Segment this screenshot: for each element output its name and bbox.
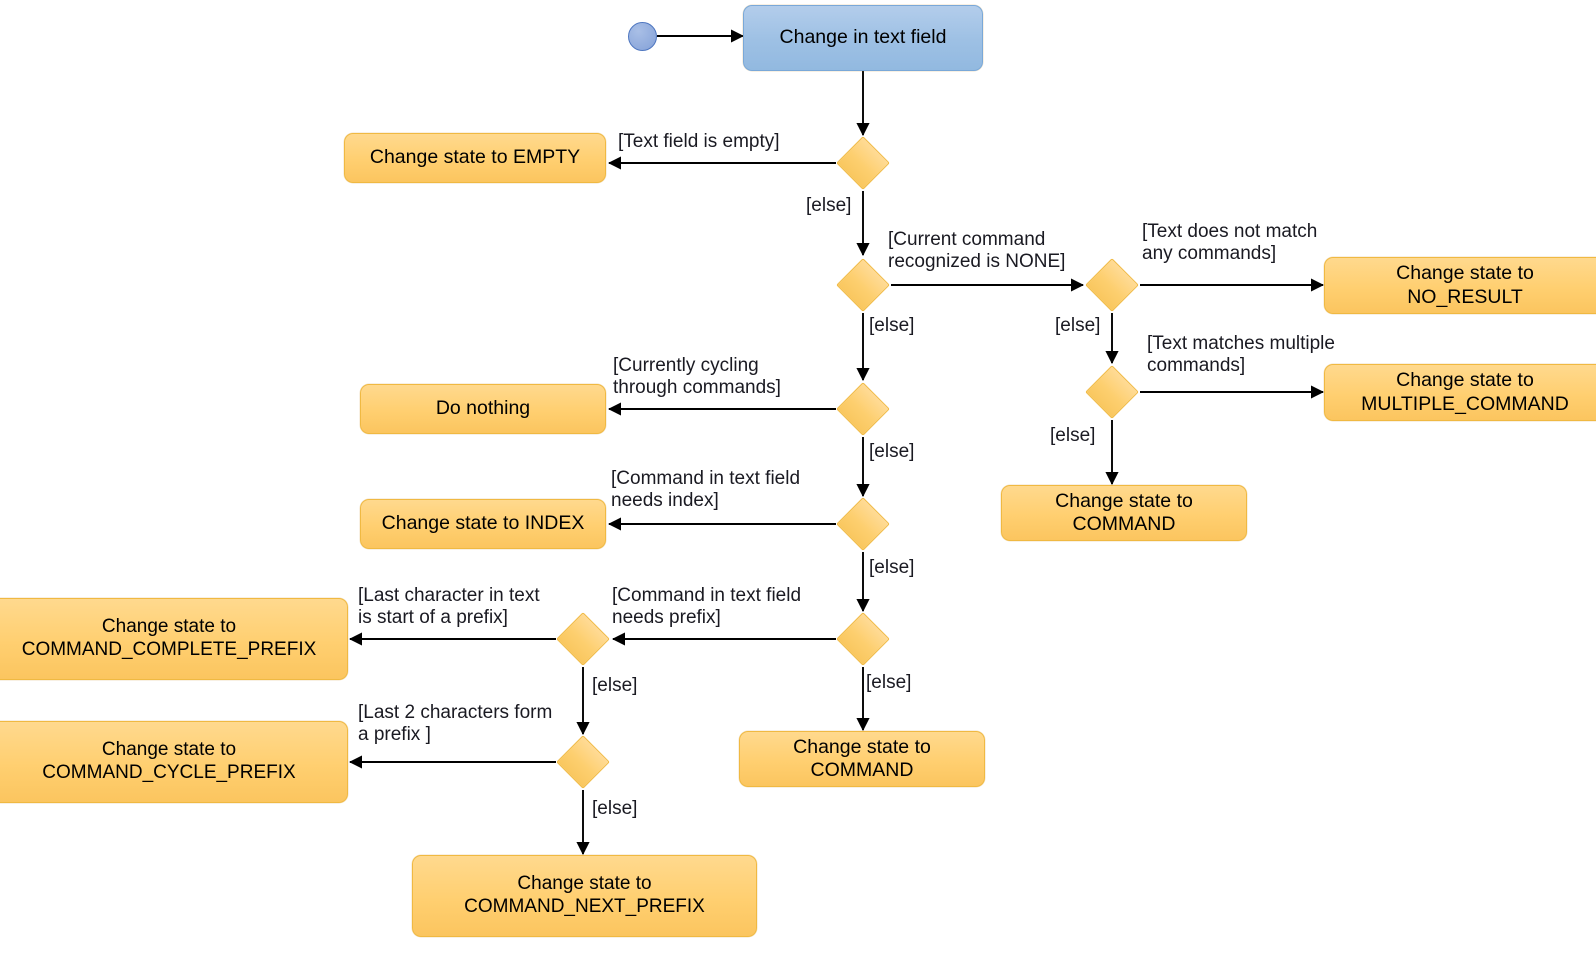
guard-text-matches-multiple: [Text matches multiple commands] bbox=[1147, 333, 1335, 377]
action-change-state-empty[interactable]: Change state to EMPTY bbox=[344, 133, 606, 183]
action-change-state-command-cycle-prefix[interactable]: Change state to COMMAND_CYCLE_PREFIX bbox=[0, 721, 348, 803]
guard-else-8: [else] bbox=[592, 675, 638, 696]
guard-else-5: [else] bbox=[869, 441, 915, 462]
guard-needs-index: [Command in text field needs index] bbox=[611, 468, 801, 512]
decision-text-does-not-match[interactable] bbox=[1085, 258, 1139, 312]
guard-else-3: [else] bbox=[1055, 315, 1101, 336]
activity-diagram-canvas: Change in text field Change state to EMP… bbox=[0, 0, 1596, 955]
decision-currently-cycling[interactable] bbox=[836, 382, 890, 436]
decision-current-command-none[interactable] bbox=[836, 258, 890, 312]
decision-last-character-prefix-start[interactable] bbox=[556, 612, 610, 666]
guard-needs-prefix: [Command in text field needs prefix] bbox=[612, 585, 802, 629]
action-change-state-no-result[interactable]: Change state to NO_RESULT bbox=[1324, 257, 1596, 314]
guard-last-two-characters-prefix: [Last 2 characters form a prefix ] bbox=[358, 702, 553, 746]
guard-text-field-empty: [Text field is empty] bbox=[618, 131, 780, 152]
guard-text-does-not-match: [Text does not match any commands] bbox=[1142, 221, 1318, 265]
guard-currently-cycling: [Currently cycling through commands] bbox=[613, 355, 781, 399]
action-change-state-multiple-command[interactable]: Change state to MULTIPLE_COMMAND bbox=[1324, 364, 1596, 421]
action-change-state-index[interactable]: Change state to INDEX bbox=[360, 499, 606, 549]
action-change-in-text-field[interactable]: Change in text field bbox=[743, 5, 983, 71]
action-change-state-command-complete-prefix[interactable]: Change state to COMMAND_COMPLETE_PREFIX bbox=[0, 598, 348, 680]
decision-needs-prefix[interactable] bbox=[836, 612, 890, 666]
guard-last-character-prefix: [Last character in text is start of a pr… bbox=[358, 585, 540, 629]
decision-text-matches-multiple[interactable] bbox=[1085, 365, 1139, 419]
guard-else-2: [else] bbox=[869, 315, 915, 336]
action-change-state-command-bottom[interactable]: Change state to COMMAND bbox=[739, 731, 985, 787]
guard-else-9: [else] bbox=[592, 798, 638, 819]
decision-needs-index[interactable] bbox=[836, 497, 890, 551]
decision-last-two-characters-prefix[interactable] bbox=[556, 735, 610, 789]
guard-else-4: [else] bbox=[1050, 425, 1096, 446]
guard-else-6: [else] bbox=[869, 557, 915, 578]
guard-current-command-none: [Current command recognized is NONE] bbox=[888, 229, 1066, 273]
initial-node bbox=[628, 22, 657, 51]
guard-else-1: [else] bbox=[806, 195, 852, 216]
action-change-state-command-next-prefix[interactable]: Change state to COMMAND_NEXT_PREFIX bbox=[412, 855, 757, 937]
decision-text-field-empty[interactable] bbox=[836, 136, 890, 190]
guard-else-7: [else] bbox=[866, 672, 912, 693]
action-do-nothing[interactable]: Do nothing bbox=[360, 384, 606, 434]
action-change-state-command-right[interactable]: Change state to COMMAND bbox=[1001, 485, 1247, 541]
